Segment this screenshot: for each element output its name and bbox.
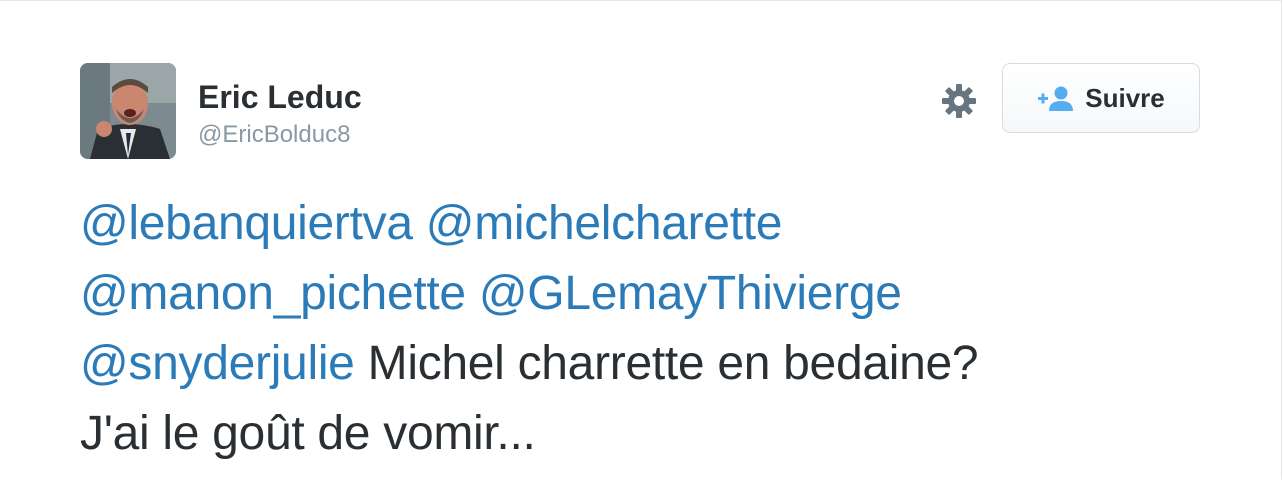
follow-button[interactable]: Suivre	[1002, 63, 1200, 133]
mention-link[interactable]: @lebanquiertva	[80, 197, 413, 250]
avatar[interactable]	[80, 63, 176, 159]
screen-name[interactable]: @EricBolduc8	[198, 119, 350, 151]
mention-link[interactable]: @GLemayThivierge	[479, 267, 902, 320]
tweet-card: Eric Leduc @EricBolduc8 Suivre @lebanqui…	[0, 0, 1282, 479]
follow-label: Suivre	[1085, 83, 1165, 113]
tweet-body-line2: J'ai le goût de vomir...	[80, 407, 536, 460]
tweet-body-line1: Michel charrette en bedaine?	[367, 337, 979, 390]
profile-photo-icon	[80, 63, 176, 159]
mention-link[interactable]: @snyderjulie	[80, 337, 355, 390]
mention-link[interactable]: @michelcharette	[426, 197, 783, 250]
add-user-icon	[1037, 85, 1074, 111]
gear-icon[interactable]	[940, 82, 978, 120]
display-name[interactable]: Eric Leduc	[198, 77, 362, 117]
tweet-text: @lebanquiertva @michelcharette @manon_pi…	[80, 189, 1200, 469]
mention-link[interactable]: @manon_pichette	[80, 267, 466, 320]
